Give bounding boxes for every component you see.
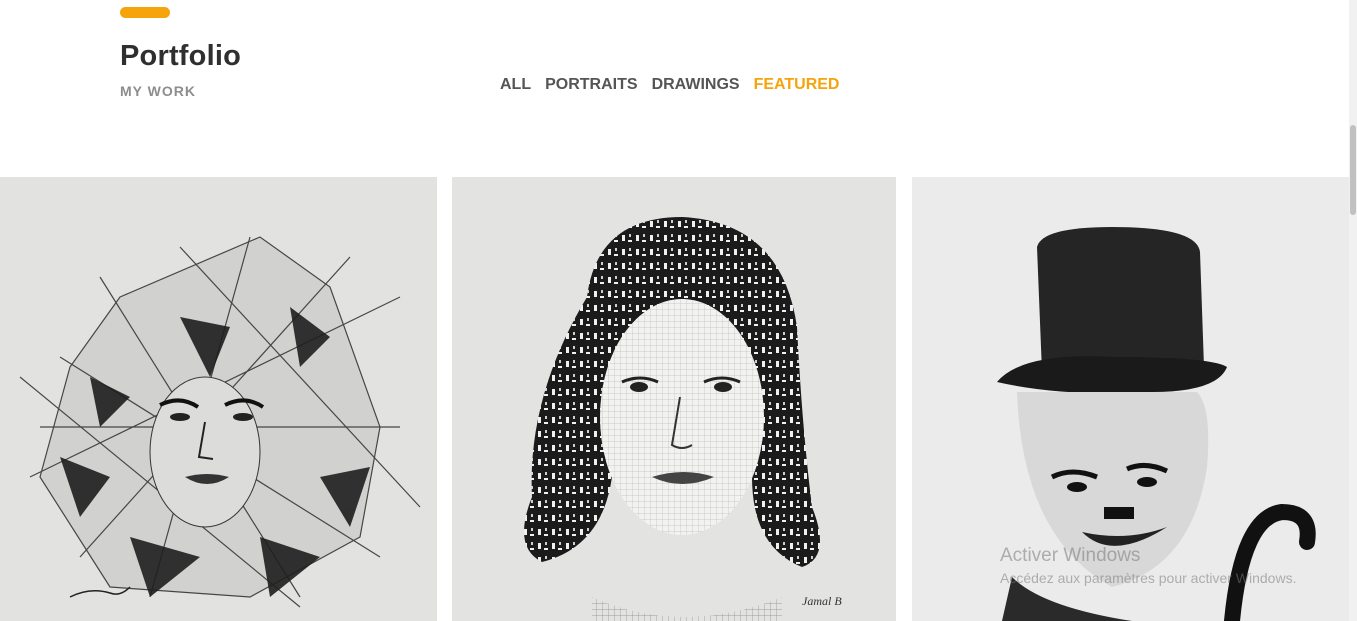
scrollbar-thumb[interactable] xyxy=(1350,125,1356,215)
crosshatch-portrait-image: Jamal B xyxy=(452,177,896,621)
portfolio-filter-nav: ALL PORTRAITS DRAWINGS FEATURED xyxy=(500,76,839,94)
portfolio-page: Portfolio MY WORK ALL PORTRAITS DRAWINGS… xyxy=(0,0,1357,621)
windows-activation-watermark: Activer Windows Accédez aux paramètres p… xyxy=(1000,545,1296,586)
filter-portraits[interactable]: PORTRAITS xyxy=(545,76,637,94)
gallery-item-crosshatch-portrait[interactable]: Jamal B xyxy=(452,177,896,621)
section-title: Portfolio xyxy=(120,40,242,72)
filter-drawings[interactable]: DRAWINGS xyxy=(652,76,740,94)
gallery-item-geometric-portrait[interactable] xyxy=(0,177,437,621)
filter-featured[interactable]: FEATURED xyxy=(754,76,840,94)
section-subtitle: MY WORK xyxy=(120,83,196,99)
watermark-subtitle: Accédez aux paramètres pour activer Wind… xyxy=(1000,570,1297,586)
svg-text:Jamal B: Jamal B xyxy=(802,594,842,608)
filter-all[interactable]: ALL xyxy=(500,76,531,94)
geometric-portrait-image xyxy=(0,177,437,621)
page-scrollbar[interactable] xyxy=(1349,0,1357,621)
section-accent-bar xyxy=(120,7,170,18)
watermark-title: Activer Windows xyxy=(1000,545,1141,566)
